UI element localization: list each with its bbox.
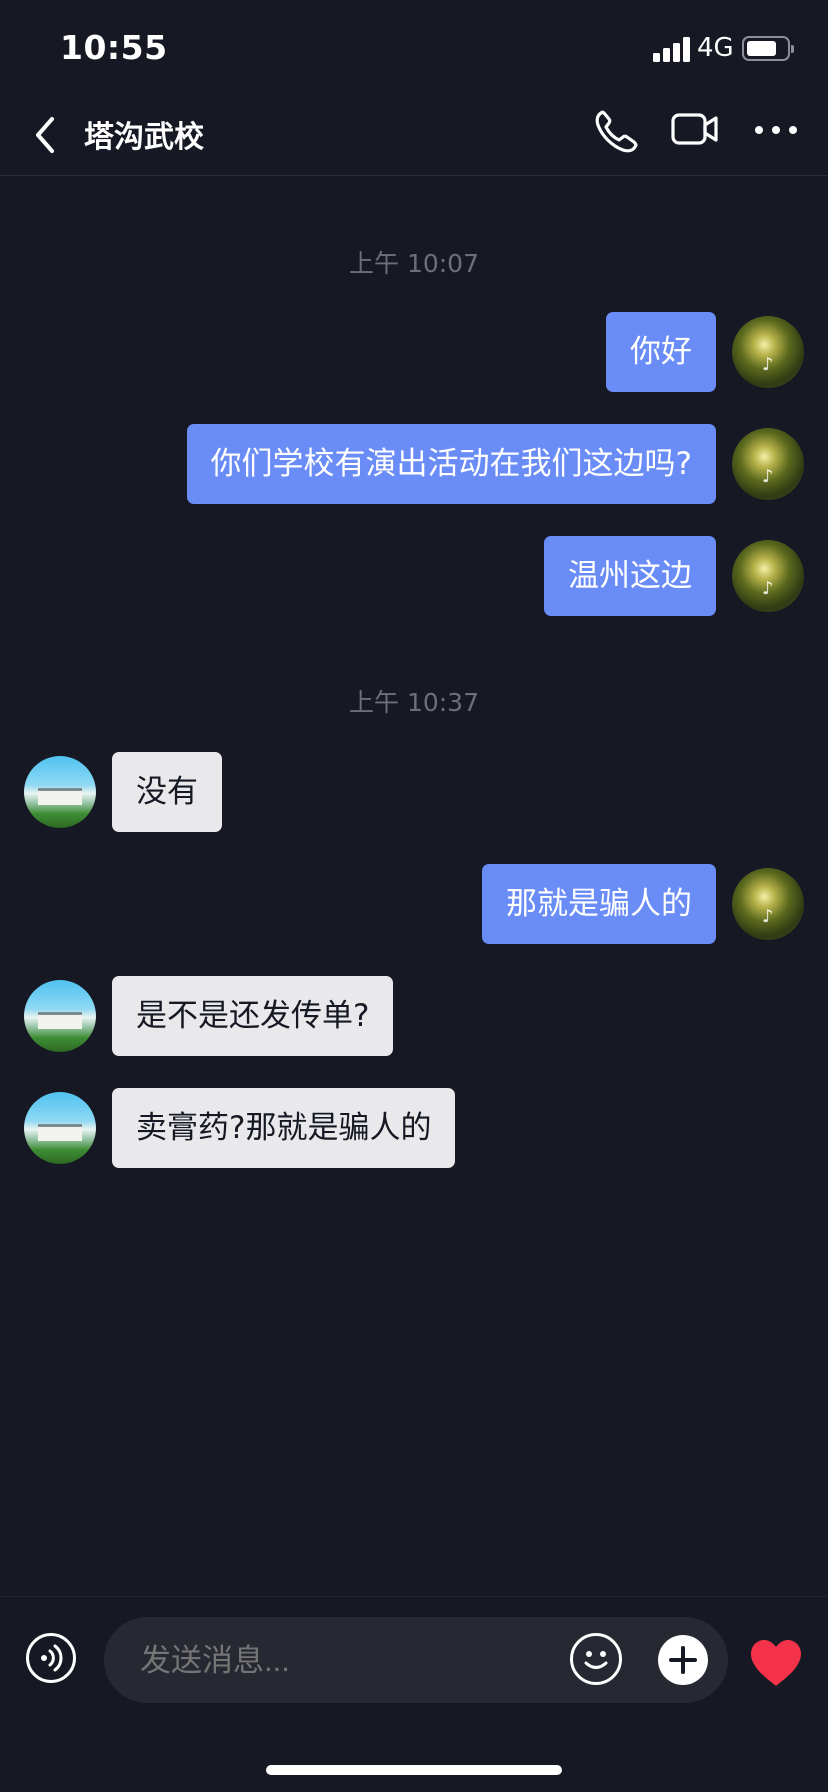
message-list[interactable]: 上午 10:07 你好 你们学校有演出活动在我们这边吗? 温州这边 上午 10:… (0, 176, 828, 1596)
message-row-sent: 温州这边 (0, 536, 828, 616)
my-avatar[interactable] (732, 428, 804, 500)
plus-icon[interactable] (658, 1635, 708, 1685)
my-avatar[interactable] (732, 540, 804, 612)
signal-strength-icon (653, 36, 691, 62)
status-bar: 10:55 4G (0, 0, 828, 96)
message-row-received: 是不是还发传单? (0, 976, 828, 1056)
home-indicator (266, 1765, 562, 1775)
heart-icon[interactable] (748, 1637, 804, 1689)
voice-icon[interactable] (26, 1633, 76, 1683)
chevron-left-icon[interactable] (30, 113, 60, 157)
phone-icon[interactable] (592, 108, 640, 156)
message-input[interactable] (138, 1617, 542, 1705)
video-camera-icon[interactable] (670, 110, 720, 150)
my-avatar[interactable] (732, 316, 804, 388)
chat-header: 塔沟武校 (0, 96, 828, 176)
message-bubble-received[interactable]: 没有 (112, 752, 222, 832)
emoji-icon[interactable] (570, 1633, 622, 1685)
contact-avatar[interactable] (24, 980, 96, 1052)
contact-avatar[interactable] (24, 1092, 96, 1164)
message-timestamp: 上午 10:37 (349, 688, 479, 717)
message-bubble-sent[interactable]: 那就是骗人的 (482, 864, 716, 944)
message-bubble-received[interactable]: 卖膏药?那就是骗人的 (112, 1088, 456, 1168)
message-row-received: 没有 (0, 752, 828, 832)
message-bubble-sent[interactable]: 你好 (606, 312, 716, 392)
message-row-sent: 你们学校有演出活动在我们这边吗? (0, 424, 828, 504)
battery-icon (742, 36, 794, 61)
status-time: 10:55 (60, 28, 168, 67)
chat-title: 塔沟武校 (84, 120, 204, 155)
contact-avatar[interactable] (24, 756, 96, 828)
message-bubble-sent[interactable]: 你们学校有演出活动在我们这边吗? (186, 424, 716, 504)
message-composer (0, 1596, 828, 1725)
my-avatar[interactable] (732, 868, 804, 940)
message-bubble-sent[interactable]: 温州这边 (544, 536, 716, 616)
message-row-received: 卖膏药?那就是骗人的 (0, 1088, 828, 1168)
message-timestamp: 上午 10:07 (349, 249, 479, 278)
message-bubble-received[interactable]: 是不是还发传单? (112, 976, 394, 1056)
message-row-sent: 你好 (0, 312, 828, 392)
network-type: 4G (697, 33, 734, 63)
message-row-sent: 那就是骗人的 (0, 864, 828, 944)
message-input-box[interactable] (104, 1617, 728, 1705)
more-dots-icon[interactable] (754, 124, 798, 136)
